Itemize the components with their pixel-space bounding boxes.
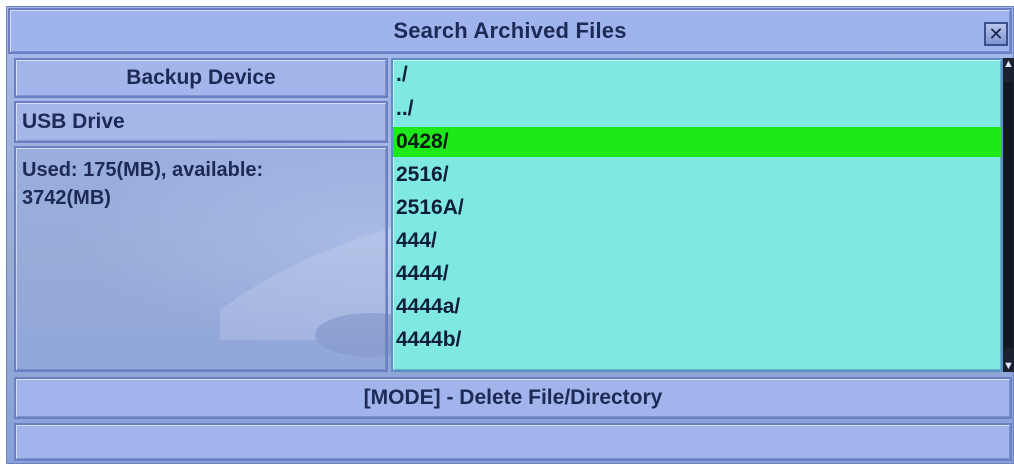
- close-icon[interactable]: ✕: [984, 22, 1008, 46]
- mode-hint-bar: [MODE] - Delete File/Directory: [14, 377, 1012, 419]
- scroll-thumb[interactable]: [1004, 82, 1013, 348]
- mode-hint-text: [MODE] - Delete File/Directory: [363, 386, 663, 409]
- file-list-scrollbar[interactable]: ▲ ▼: [1003, 58, 1014, 372]
- screen: Search Archived Files ✕ Backup Device US…: [0, 0, 1014, 467]
- file-list-item[interactable]: 2516/: [393, 160, 1001, 190]
- file-list-item[interactable]: 4444/: [393, 259, 1001, 289]
- backup-device-header: Backup Device: [14, 58, 388, 98]
- device-name-field[interactable]: USB Drive: [14, 101, 388, 143]
- file-list-item[interactable]: ./: [393, 60, 1001, 90]
- device-usage-panel: Used: 175(MB), available: 3742(MB): [14, 146, 388, 372]
- dialog-title: Search Archived Files: [393, 18, 627, 43]
- file-list[interactable]: ./ ../ 0428/ 2516/ 2516A/ 444/ 4444/ 444…: [391, 58, 1003, 372]
- file-list-item[interactable]: 4444b/: [393, 325, 1001, 355]
- backup-device-label: Backup Device: [126, 66, 276, 89]
- file-list-item-selected[interactable]: 0428/: [393, 127, 1001, 157]
- status-bar: [14, 423, 1012, 461]
- file-list-item[interactable]: 444/: [393, 226, 1001, 256]
- file-list-item[interactable]: 2516A/: [393, 193, 1001, 223]
- device-name: USB Drive: [22, 110, 125, 133]
- title-bar: Search Archived Files ✕: [8, 8, 1012, 54]
- device-usage-text: Used: 175(MB), available: 3742(MB): [22, 159, 264, 209]
- scroll-down-icon[interactable]: ▼: [1003, 360, 1014, 372]
- file-list-item[interactable]: 4444a/: [393, 292, 1001, 322]
- scroll-up-icon[interactable]: ▲: [1003, 58, 1014, 70]
- file-list-item[interactable]: ../: [393, 94, 1001, 124]
